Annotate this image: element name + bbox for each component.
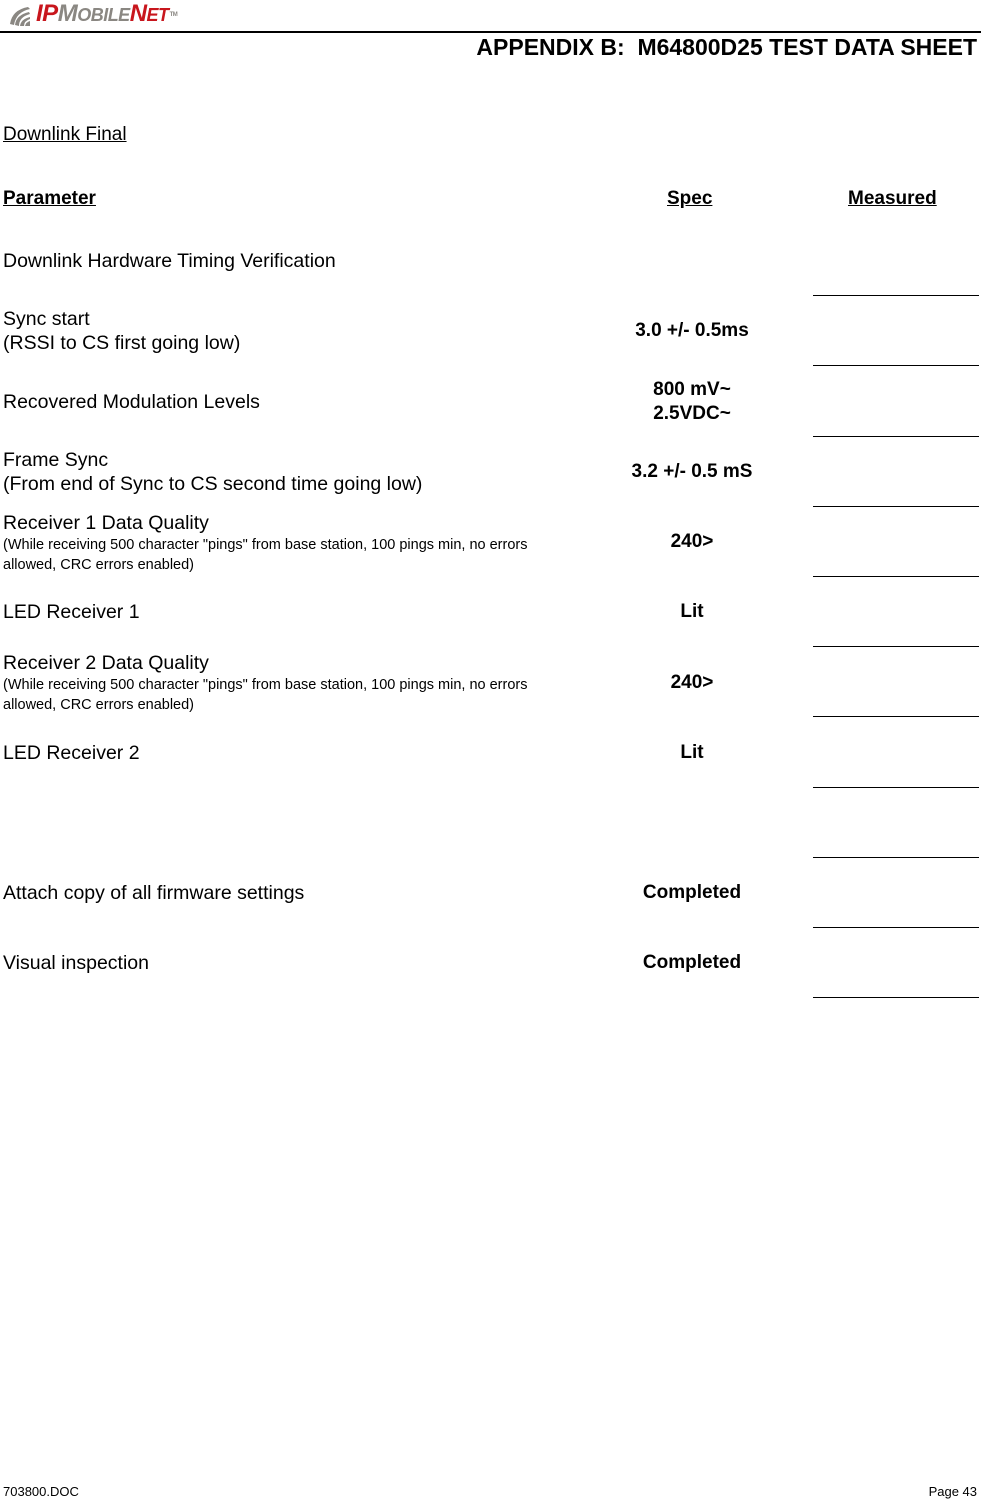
row-frame-sync: Frame Sync (From end of Sync to CS secon…: [3, 448, 422, 496]
row-sync-start: Sync start (RSSI to CS first going low): [3, 307, 240, 355]
spec-value: 240>: [670, 672, 714, 693]
row-attach-firmware-settings: Attach copy of all firmware settings: [3, 881, 304, 905]
parameter-label: Receiver 1 Data Quality: [3, 512, 209, 534]
column-header-parameter: Parameter: [3, 188, 96, 209]
row-led-receiver-2: LED Receiver 2: [3, 741, 140, 765]
logo-mobile-initial: M: [57, 0, 78, 27]
measured-field-line: [813, 927, 979, 928]
row-receiver-2-data-quality: Receiver 2 Data Quality (While receiving…: [3, 651, 573, 715]
spec-value: 3.0 +/- 0.5ms: [635, 320, 749, 341]
parameter-note: (While receiving 500 character "pings" f…: [3, 537, 528, 573]
parameter-label: LED Receiver 2: [3, 742, 140, 764]
parameter-label: Frame Sync: [3, 449, 109, 471]
parameter-label: Visual inspection: [3, 952, 149, 974]
measured-field-line: [813, 997, 979, 998]
parameter-detail: (RSSI to CS first going low): [3, 332, 241, 354]
parameter-label: Recovered Modulation Levels: [3, 391, 260, 413]
logo-mobile: MOBILE: [57, 0, 131, 27]
row-visual-inspection: Visual inspection: [3, 951, 149, 975]
spec-value: 240>: [670, 531, 714, 552]
spec-value: Lit: [680, 742, 704, 763]
section-title: Downlink Final: [3, 124, 127, 145]
measured-field-line: [813, 436, 979, 437]
logo-net: NET: [130, 0, 169, 27]
measured-field-line: [813, 716, 979, 717]
measured-field-line: [813, 787, 979, 788]
spec-value: Completed: [642, 952, 742, 973]
measured-field-line: [813, 506, 979, 507]
measured-field-line: [813, 646, 979, 647]
parameter-label: Receiver 2 Data Quality: [3, 652, 209, 674]
row-recovered-modulation-levels: Recovered Modulation Levels: [3, 390, 260, 414]
parameter-label: Sync start: [3, 308, 90, 330]
logo-net-initial: N: [129, 0, 147, 27]
logo-trademark: TM: [169, 12, 178, 18]
company-logo: IPMOBILENETTM: [6, 0, 178, 28]
ipmobilenet-swirl-logo-icon: [10, 7, 30, 26]
header-divider: [0, 31, 981, 33]
column-header-spec: Spec: [667, 188, 713, 209]
spec-value: Completed: [642, 882, 742, 903]
logo-net-rest: ET: [146, 5, 170, 25]
spec-value: 800 mV~ 2.5VDC~: [592, 378, 792, 426]
document-title: APPENDIX B: M64800D25 TEST DATA SHEET: [476, 34, 977, 60]
parameter-note: (While receiving 500 character "pings" f…: [3, 677, 528, 713]
footer-doc-name: 703800.DOC: [3, 1484, 79, 1499]
spec-line-1: 800 mV~: [653, 379, 731, 400]
logo-wordmark: IPMOBILENETTM: [36, 0, 178, 28]
footer-page-number: Page 43: [928, 1484, 977, 1499]
column-header-measured: Measured: [848, 188, 937, 209]
spec-line-2: 2.5VDC~: [653, 403, 731, 424]
measured-field-line: [813, 295, 979, 296]
measured-field-line: [813, 365, 979, 366]
logo-ip: IP: [36, 0, 58, 27]
subheading-timing-verification: Downlink Hardware Timing Verification: [3, 250, 336, 272]
row-led-receiver-1: LED Receiver 1: [3, 600, 140, 624]
spec-value: 3.2 +/- 0.5 mS: [631, 461, 753, 482]
logo-mobile-rest: OBILE: [77, 5, 130, 25]
measured-field-line: [813, 857, 979, 858]
measured-field-line: [813, 576, 979, 577]
row-receiver-1-data-quality: Receiver 1 Data Quality (While receiving…: [3, 511, 573, 575]
parameter-detail: (From end of Sync to CS second time goin…: [3, 473, 423, 495]
parameter-label: Attach copy of all firmware settings: [3, 882, 305, 904]
spec-value: Lit: [680, 601, 704, 622]
parameter-label: LED Receiver 1: [3, 601, 140, 623]
